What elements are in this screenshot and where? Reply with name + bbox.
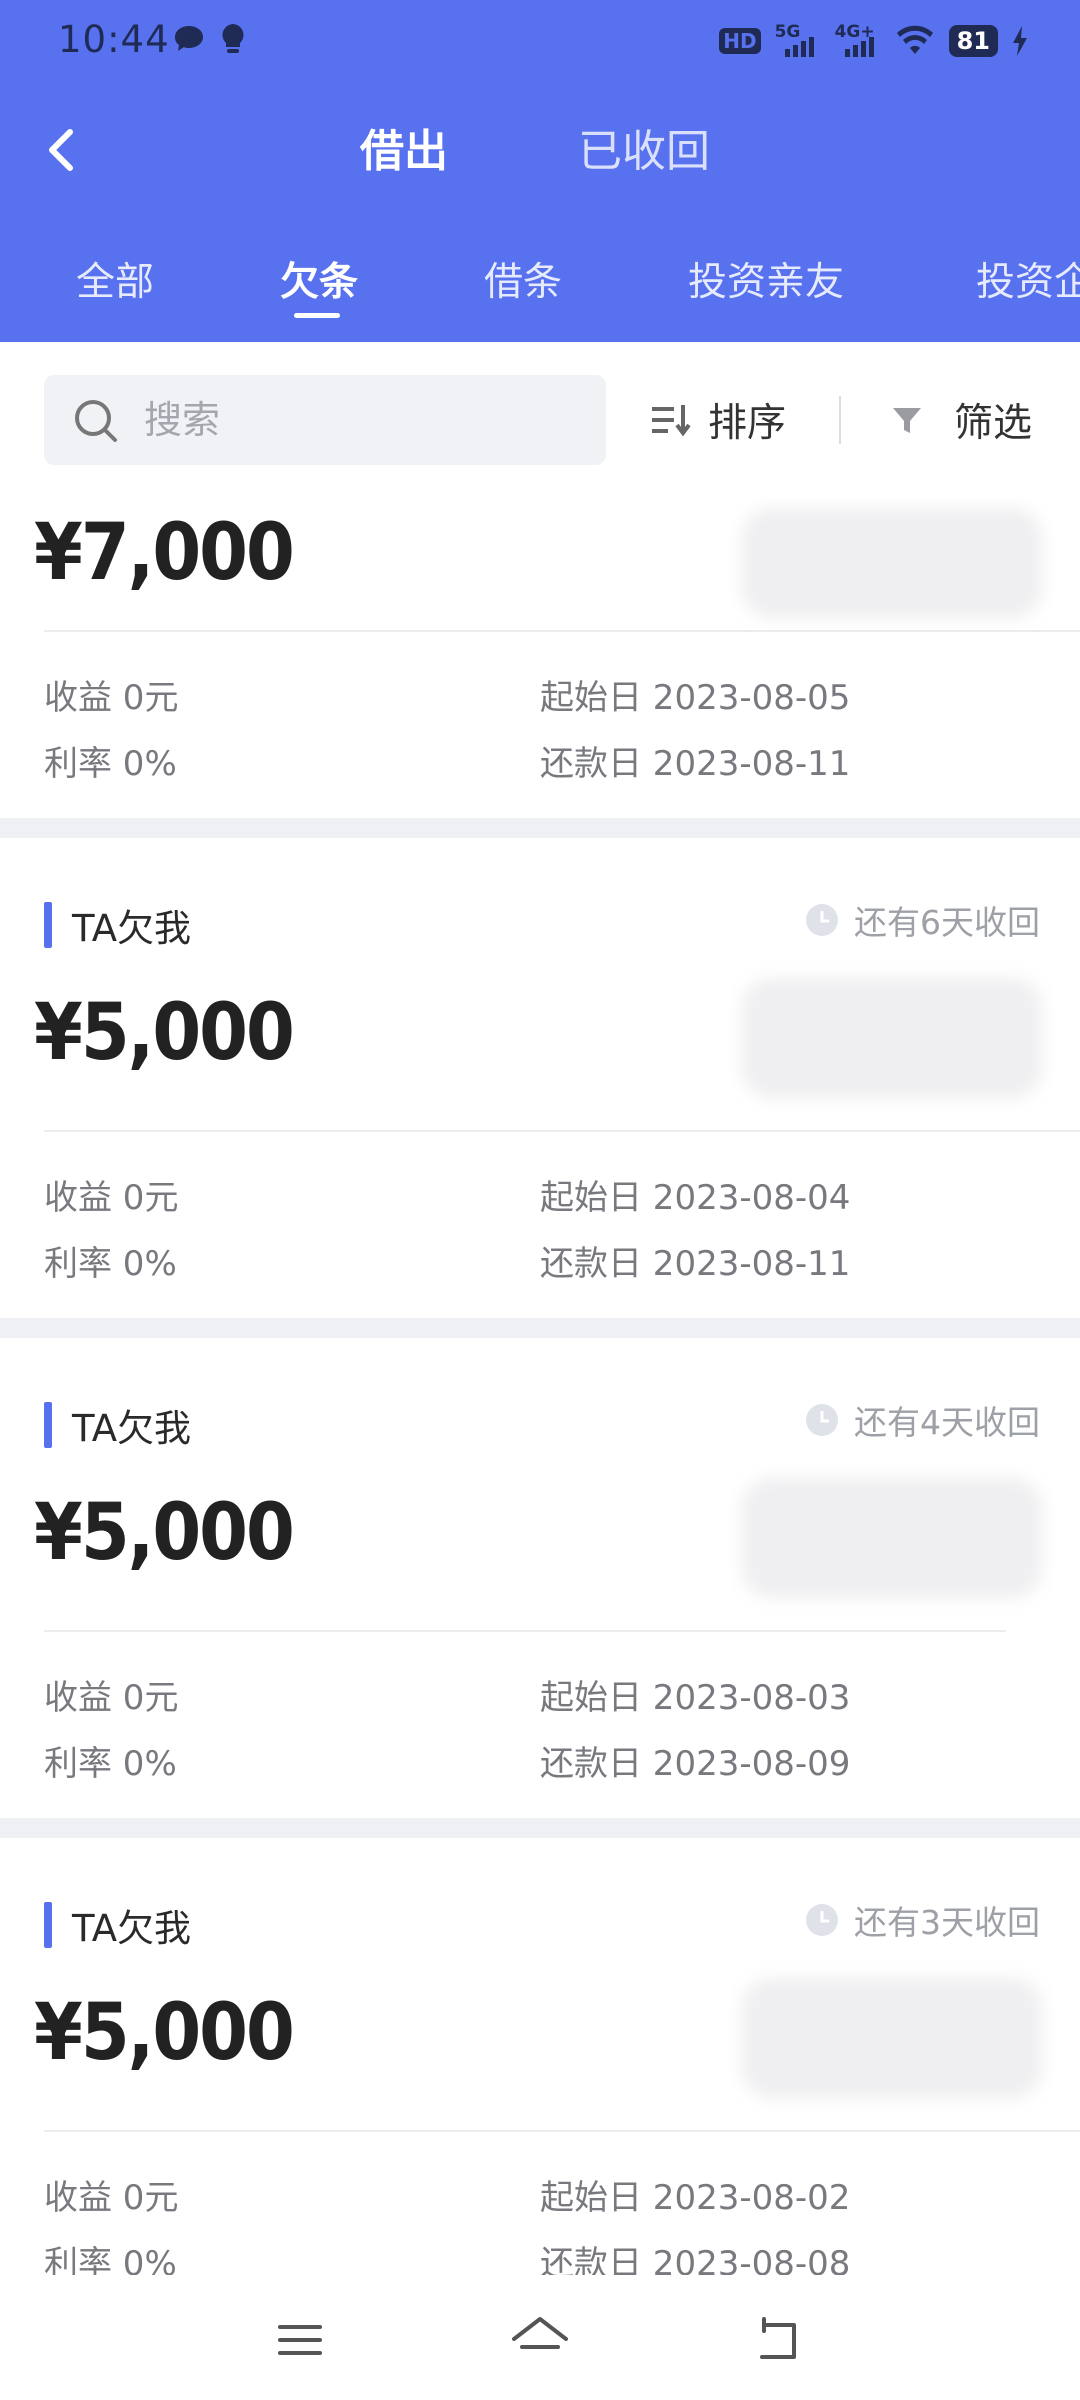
bulb-notification-icon — [222, 24, 244, 53]
message-notification-icon — [175, 26, 203, 51]
subtab-invest-friends[interactable]: 投资亲友 — [688, 250, 844, 316]
loan-amount: ¥7,000 — [34, 508, 295, 598]
card-divider — [44, 1630, 1006, 1632]
loan-type-label: TA欠我 — [72, 907, 192, 950]
toolbar-divider — [839, 396, 841, 444]
due-date: 还款日 2023-08-11 — [540, 744, 851, 784]
system-nav-bar — [0, 2275, 1080, 2400]
loan-list: ¥7,000 收益 0元 起始日 2023-08-05 利率 0% 还款日 20… — [0, 498, 1080, 2275]
blurred-name — [742, 1478, 1042, 1598]
charging-icon — [1013, 26, 1027, 56]
tab-recovered[interactable]: 已收回 — [578, 122, 710, 182]
status-time: 10:44 — [58, 18, 170, 61]
clock-icon — [806, 1404, 838, 1436]
status-indicators: HD 5G 4G+ 81 — [719, 18, 1028, 64]
loan-card[interactable]: TA欠我 还有4天收回 ¥5,000 收益 0元 起始日 2023-08-03 … — [0, 1338, 1080, 1818]
hd-badge: HD — [719, 28, 761, 54]
income-text: 收益 0元 — [44, 1178, 179, 1218]
category-tabs: 全部 欠条 借条 投资亲友 投资企业 — [0, 250, 1080, 320]
start-date: 起始日 2023-08-04 — [540, 1178, 851, 1218]
clock-icon — [806, 904, 838, 936]
loan-type-tag: TA欠我 — [44, 1898, 191, 1952]
start-date: 起始日 2023-08-05 — [540, 678, 851, 718]
subtab-invest-company[interactable]: 投资企业 — [976, 250, 1080, 316]
countdown-info: 还有4天收回 — [804, 1396, 1040, 1444]
tag-accent-bar — [44, 1402, 52, 1448]
rate-text: 利率 0% — [44, 2244, 177, 2275]
clock-icon — [806, 1904, 838, 1936]
back-nav-icon[interactable] — [750, 2313, 810, 2367]
countdown-text: 还有3天收回 — [854, 1903, 1040, 1942]
signal-5g-icon: 5G — [775, 23, 821, 59]
back-arrow-icon[interactable] — [40, 122, 84, 178]
due-date: 还款日 2023-08-11 — [540, 1244, 851, 1284]
search-icon — [75, 400, 117, 442]
wifi-icon — [896, 25, 933, 54]
tab-lent[interactable]: 借出 — [360, 122, 448, 182]
due-date: 还款日 2023-08-08 — [540, 2244, 851, 2275]
start-date: 起始日 2023-08-02 — [540, 2178, 851, 2218]
subtab-iou[interactable]: 欠条 — [280, 250, 358, 316]
loan-amount: ¥5,000 — [34, 1488, 295, 1578]
loan-type-label: TA欠我 — [72, 1907, 192, 1950]
countdown-info: 还有3天收回 — [804, 1896, 1040, 1944]
income-text: 收益 0元 — [44, 678, 179, 718]
app-header: 10:44 HD 5G 4G+ 81 借出 已收回 全部 欠条 借条 投资亲友 … — [0, 0, 1080, 342]
blurred-name — [742, 1978, 1042, 2098]
start-date: 起始日 2023-08-03 — [540, 1678, 851, 1718]
subtab-loan-note[interactable]: 借条 — [484, 250, 562, 316]
tag-accent-bar — [44, 1902, 52, 1948]
loan-amount: ¥5,000 — [34, 988, 295, 1078]
blurred-name — [742, 508, 1042, 618]
blurred-name — [742, 978, 1042, 1098]
menu-icon[interactable] — [270, 2313, 330, 2367]
loan-card[interactable]: TA欠我 还有3天收回 ¥5,000 收益 0元 起始日 2023-08-02 … — [0, 1838, 1080, 2275]
status-bar: 10:44 HD 5G 4G+ 81 — [0, 0, 1080, 80]
loan-type-tag: TA欠我 — [44, 1398, 191, 1452]
due-date: 还款日 2023-08-09 — [540, 1744, 851, 1784]
active-subtab-indicator — [294, 313, 340, 318]
filter-label: 筛选 — [954, 401, 1033, 446]
home-icon[interactable] — [510, 2313, 570, 2367]
countdown-text: 还有6天收回 — [854, 903, 1040, 942]
countdown-text: 还有4天收回 — [854, 1403, 1040, 1442]
sort-label: 排序 — [708, 401, 787, 446]
rate-text: 利率 0% — [44, 1244, 177, 1284]
search-box[interactable] — [44, 375, 606, 465]
income-text: 收益 0元 — [44, 1678, 179, 1718]
sort-icon — [652, 405, 691, 437]
loan-card[interactable]: TA欠我 还有6天收回 ¥5,000 收益 0元 起始日 2023-08-04 … — [0, 838, 1080, 1318]
search-toolbar: 排序 筛选 — [0, 342, 1080, 498]
search-input[interactable] — [144, 393, 564, 447]
income-text: 收益 0元 — [44, 2178, 179, 2218]
signal-4g-icon: 4G+ — [835, 23, 881, 59]
countdown-info: 还有6天收回 — [804, 896, 1040, 944]
loan-card[interactable]: ¥7,000 收益 0元 起始日 2023-08-05 利率 0% 还款日 20… — [0, 498, 1080, 818]
rate-text: 利率 0% — [44, 1744, 177, 1784]
loan-amount: ¥5,000 — [34, 1988, 295, 2078]
sort-button[interactable]: 排序 — [650, 382, 786, 458]
filter-button[interactable]: 筛选 — [890, 382, 1032, 458]
battery-indicator: 81 — [948, 25, 998, 57]
filter-icon — [893, 408, 921, 433]
subtab-all[interactable]: 全部 — [76, 250, 154, 316]
loan-type-label: TA欠我 — [72, 1407, 192, 1450]
rate-text: 利率 0% — [44, 744, 177, 784]
card-divider — [44, 630, 1080, 632]
card-divider — [44, 1130, 1080, 1132]
loan-type-tag: TA欠我 — [44, 898, 191, 952]
card-divider — [44, 2130, 1080, 2132]
tag-accent-bar — [44, 902, 52, 948]
